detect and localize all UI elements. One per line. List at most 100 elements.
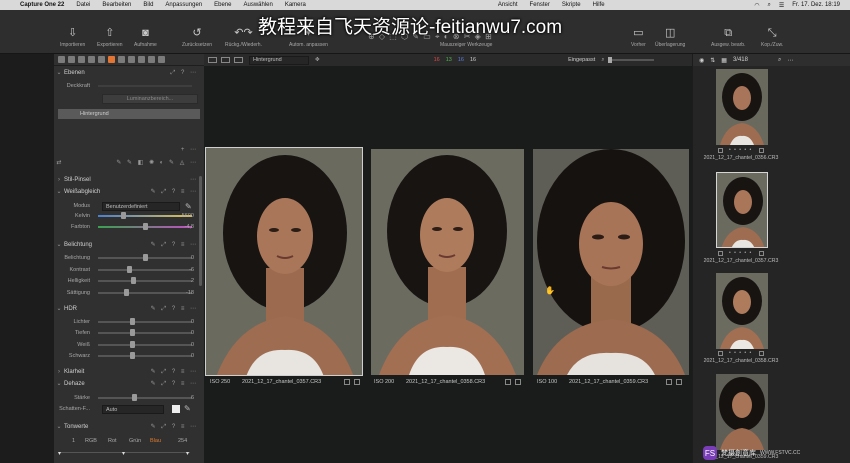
tag-checkbox[interactable] <box>505 379 511 385</box>
zoom-slider[interactable] <box>608 57 655 63</box>
tab-lens-icon[interactable] <box>78 56 85 63</box>
menu-bearbeiten[interactable]: Bearbeiten <box>96 2 137 8</box>
thumb-rating[interactable]: • • • • • <box>729 250 752 256</box>
weiss-knob[interactable] <box>130 341 135 348</box>
color-tag-checkbox[interactable] <box>354 379 360 385</box>
thumb-checkbox[interactable] <box>718 148 723 153</box>
modus-select[interactable]: Benutzerdefiniert <box>102 202 180 211</box>
layer-select[interactable]: Hintergrund <box>249 55 309 65</box>
overlay-button[interactable]: ◫ Überlagerung <box>655 28 685 49</box>
color-swatch[interactable] <box>172 405 180 413</box>
staerke-knob[interactable] <box>132 394 137 401</box>
section-stil-pinsel[interactable]: › Stil-Pinsel ⋯ <box>54 174 204 185</box>
section-hdr[interactable]: ⌄ HDR ✎ ⤢ ? ≡ ⋯ <box>54 303 204 314</box>
levels-mid-handle[interactable]: ▾ <box>122 450 125 457</box>
menu-fenster[interactable]: Fenster <box>524 2 556 8</box>
zoom-fit-label[interactable]: Eingepasst <box>568 57 595 63</box>
color-tag-checkbox[interactable] <box>515 379 521 385</box>
tab-library-icon[interactable] <box>58 56 65 63</box>
brush-tools-icons[interactable]: ✎ ✎ ◧ ✺ ◐ ✎ ◬ ⋯ <box>116 159 198 166</box>
kontrast-knob[interactable] <box>127 266 132 273</box>
channel-rot[interactable]: Rot <box>108 438 117 444</box>
import-button[interactable]: ⇩ Importieren <box>60 28 85 49</box>
browser-thumb-4[interactable] <box>716 374 768 450</box>
menu-ansicht[interactable]: Ansicht <box>492 2 524 8</box>
eyedropper-icon[interactable]: ✎ <box>184 404 191 413</box>
helligkeit-knob[interactable] <box>131 277 136 284</box>
filter-icon[interactable]: ⋯ <box>787 57 793 64</box>
clock-text[interactable]: Fr. 17. Dez. 18:19 <box>792 2 840 8</box>
section-tools-icons[interactable]: ✎ ⤢ ? ≡ ⋯ <box>151 188 198 196</box>
viewer-image-2[interactable] <box>371 149 524 375</box>
layer-hintergrund[interactable]: Hintergrund <box>58 109 200 119</box>
section-weissabgleich[interactable]: ⌄ Weißabgleich ✎ ⤢ ? ≡ ⋯ <box>54 186 204 197</box>
tiefen-knob[interactable] <box>130 329 135 336</box>
levels-high-handle[interactable]: ▾ <box>186 450 189 457</box>
viewer-image-1[interactable] <box>205 147 363 376</box>
undo-redo-button[interactable]: ↶↷ Rückg./Wiederh. <box>225 28 262 49</box>
tag-checkbox[interactable] <box>344 379 350 385</box>
tab-output-icon[interactable] <box>148 56 155 63</box>
eye-icon[interactable]: ◉ <box>699 57 704 64</box>
levels-low-handle[interactable]: ▾ <box>58 450 61 457</box>
eyedropper-icon[interactable]: ✎ <box>185 202 192 211</box>
browser-thumb-1[interactable] <box>716 69 768 145</box>
viewer-grid-icon[interactable] <box>234 57 243 63</box>
thumb-color-tag[interactable] <box>759 148 764 153</box>
menu-bild[interactable]: Bild <box>137 2 159 8</box>
schwarz-knob[interactable] <box>130 352 135 359</box>
layer-add-icon[interactable]: + ⋯ <box>181 146 198 153</box>
lichter-knob[interactable] <box>130 318 135 325</box>
section-dehaze[interactable]: ⌄ Dehaze ✎ ⤢ ? ≡ ⋯ <box>54 378 204 389</box>
capture-button[interactable]: ◙ Aufnahme <box>134 28 157 49</box>
section-tools-icons[interactable]: ✎ ⤢ ? ≡ ⋯ <box>151 305 198 313</box>
zoom-icon[interactable]: ⌕ <box>601 57 604 64</box>
section-tools-icons[interactable]: ✎ ⤢ ? ≡ ⋯ <box>151 423 198 431</box>
tab-exposure-icon[interactable] <box>108 56 115 63</box>
luminance-range-button[interactable]: Luminanzbereich... <box>102 94 198 104</box>
search-icon[interactable]: ⌕ <box>778 57 781 64</box>
tab-batch-icon[interactable] <box>158 56 165 63</box>
thumb-color-tag[interactable] <box>759 251 764 256</box>
grid-icon[interactable]: ▦ <box>721 57 727 64</box>
export-button[interactable]: ⇧ Exportieren <box>97 28 123 49</box>
menu-ebene[interactable]: Ebene <box>208 2 237 8</box>
deckkraft-slider[interactable] <box>98 85 192 87</box>
channel-gruen[interactable]: Grün <box>129 438 141 444</box>
section-tools-icons[interactable]: ⤢ ? ⋯ <box>171 69 198 77</box>
viewer-single-icon[interactable] <box>208 57 217 63</box>
section-belichtung[interactable]: ⌄ Belichtung ✎ ⤢ ? ≡ ⋯ <box>54 239 204 250</box>
browser-thumb-3[interactable] <box>716 273 768 349</box>
tab-composition-icon[interactable] <box>88 56 95 63</box>
menu-hilfe[interactable]: Hilfe <box>587 2 611 8</box>
thumb-checkbox[interactable] <box>718 251 723 256</box>
tab-details-icon[interactable] <box>118 56 125 63</box>
menu-skripte[interactable]: Skripte <box>556 2 587 8</box>
color-tag-checkbox[interactable] <box>676 379 682 385</box>
layer-tool-icon[interactable]: ⇄ <box>54 159 64 166</box>
channel-blau[interactable]: Blau <box>150 438 161 444</box>
section-ebenen[interactable]: ⌄ Ebenen ⤢ ? ⋯ <box>54 67 204 78</box>
copy-apply-button[interactable]: ⤡ Kop./Zuw. <box>761 28 783 49</box>
thumb-color-tag[interactable] <box>759 351 764 356</box>
thumb-rating[interactable]: • • • • • <box>729 350 752 356</box>
section-tools-icons[interactable]: ✎ ⤢ ? ≡ ⋯ <box>151 241 198 249</box>
viewer-multi-icon[interactable] <box>221 57 230 63</box>
schatten-select[interactable]: Auto <box>102 405 164 414</box>
before-button[interactable]: ▭ Vorher <box>631 28 646 49</box>
menu-auswaehlen[interactable]: Auswählen <box>237 2 278 8</box>
section-tools-icons[interactable]: ✎ ⤢ ? ≡ ⋯ <box>151 368 198 376</box>
section-klarheit[interactable]: › Klarheit ✎ ⤢ ? ≡ ⋯ <box>54 366 204 377</box>
control-center-icon[interactable]: ☰ <box>779 2 784 9</box>
menu-anpassungen[interactable]: Anpassungen <box>159 2 208 8</box>
saettigung-knob[interactable] <box>124 289 129 296</box>
tab-adjustments-icon[interactable] <box>128 56 135 63</box>
section-tools-icons[interactable]: ✎ ⤢ ? ≡ ⋯ <box>151 380 198 388</box>
wifi-icon[interactable]: ◠ <box>754 2 759 9</box>
tag-checkbox[interactable] <box>666 379 672 385</box>
belichtung-knob[interactable] <box>143 254 148 261</box>
channel-rgb[interactable]: RGB <box>85 438 97 444</box>
viewer-image-3[interactable] <box>533 149 689 375</box>
menu-datei[interactable]: Datei <box>70 2 96 8</box>
tab-capture-icon[interactable] <box>68 56 75 63</box>
